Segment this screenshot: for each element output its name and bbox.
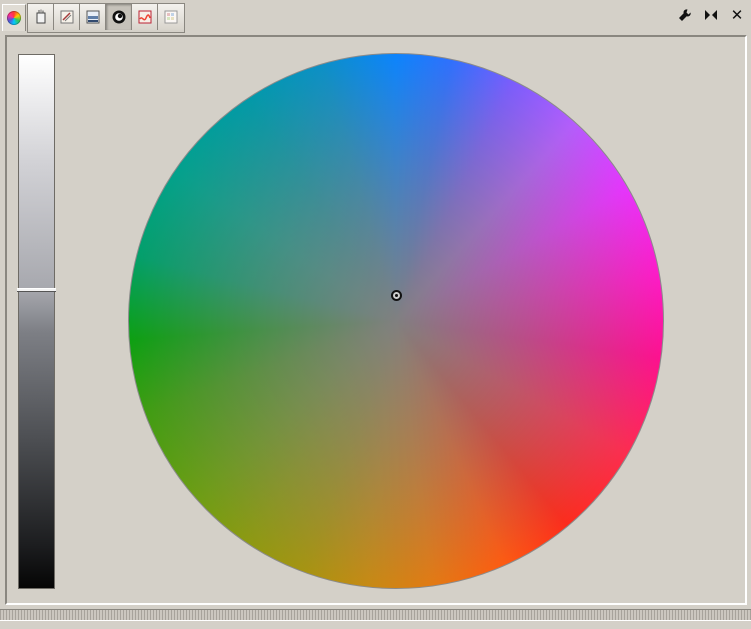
configure-icon[interactable] [677, 6, 693, 24]
close-icon[interactable]: ✕ [729, 6, 745, 24]
toolbar: ✕ [0, 0, 751, 33]
panel-controls: ✕ [677, 6, 745, 24]
detach-icon-svg [705, 10, 717, 20]
tool-palette[interactable] [54, 4, 80, 30]
color-wheel-icon[interactable] [2, 4, 26, 31]
color-wheel-cursor[interactable] [390, 289, 402, 301]
value-slider[interactable] [17, 54, 56, 589]
detach-icon[interactable] [703, 6, 719, 24]
swatches-icon [164, 10, 178, 24]
tool-watercolor[interactable] [106, 4, 132, 30]
resize-handle[interactable] [0, 609, 751, 621]
scale-picker-icon [86, 10, 99, 24]
tool-wave[interactable] [132, 4, 158, 30]
color-picker-window: ✕ [0, 0, 751, 629]
brush-palette-icon [60, 10, 73, 24]
wave-icon [138, 10, 151, 24]
color-wheel-container [128, 53, 664, 589]
tool-sliders[interactable] [28, 4, 54, 30]
configure-icon-svg [679, 9, 691, 21]
value-slider-handle[interactable] [17, 287, 56, 292]
color-wheel[interactable] [128, 53, 664, 589]
pencil-cup-icon [36, 9, 45, 24]
watercolor-icon [112, 10, 125, 24]
picker-mode-toolbar [27, 3, 185, 33]
tool-swatches[interactable] [158, 4, 184, 30]
color-picker-content [5, 35, 747, 605]
color-wheel-icon-dot [7, 11, 21, 25]
tool-scale[interactable] [80, 4, 106, 30]
